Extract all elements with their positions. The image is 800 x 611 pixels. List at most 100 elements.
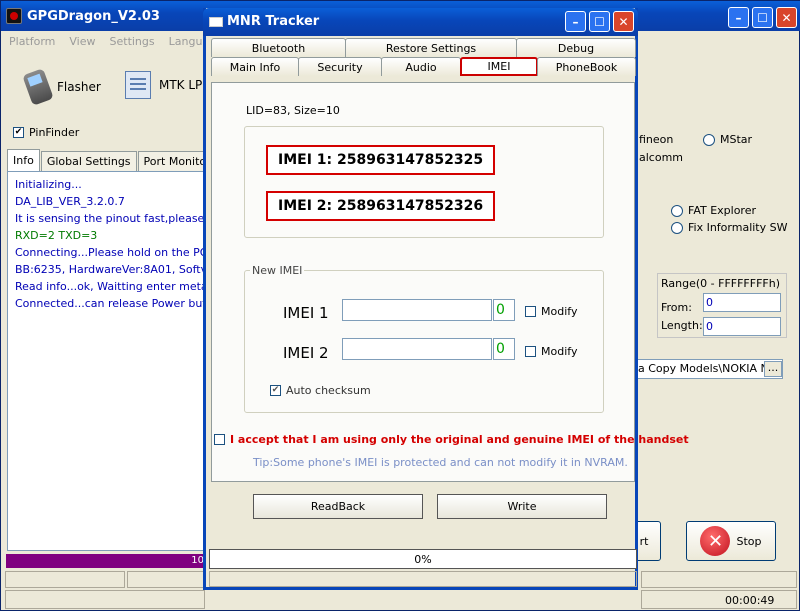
browse-button[interactable]: ... xyxy=(764,361,782,377)
status-cell xyxy=(127,571,207,588)
maximize-icon[interactable]: ☐ xyxy=(752,7,773,28)
radio-icon[interactable] xyxy=(671,221,683,234)
dialog-title: MNR Tracker xyxy=(227,14,320,29)
lid-info: LID=83, Size=10 xyxy=(246,104,340,117)
modify-label: Modify xyxy=(541,345,578,358)
tab-info[interactable]: Info xyxy=(7,149,40,171)
close-icon[interactable]: ✕ xyxy=(776,7,797,28)
readback-button[interactable]: ReadBack xyxy=(253,494,423,519)
background-progress-bar: 10 xyxy=(6,554,206,568)
range-label: Range(0 - FFFFFFFFh) xyxy=(661,277,780,290)
accept-label: I accept that I am using only the origin… xyxy=(230,433,689,446)
from-input[interactable]: 0 xyxy=(703,293,781,312)
status-cell xyxy=(5,571,125,588)
mtk-lpe-button[interactable]: MTK LPE xyxy=(125,71,210,99)
tab-global-settings[interactable]: Global Settings xyxy=(40,151,137,171)
close-icon[interactable]: ✕ xyxy=(613,11,634,32)
status-cell xyxy=(641,571,797,588)
background-tabs: Info Global Settings Port Monitor xyxy=(7,149,218,171)
auto-checksum-label: Auto checksum xyxy=(286,384,371,397)
imei2-value: IMEI 2: 258963147852326 xyxy=(266,191,496,221)
tab-bluetooth[interactable]: Bluetooth xyxy=(211,38,346,57)
log-line: BB:6235, HardwareVer:8A01, Softv xyxy=(15,263,207,276)
stop-button[interactable]: ✕ Stop xyxy=(686,521,776,561)
fat-explorer-option[interactable]: FAT Explorer xyxy=(671,204,756,217)
from-label: From: xyxy=(661,301,692,314)
length-label: Length: xyxy=(661,319,703,332)
background-window-controls: – ☐ ✕ xyxy=(728,7,797,28)
log-line: It is sensing the pinout fast,please hol… xyxy=(15,212,206,225)
fat-explorer-label: FAT Explorer xyxy=(688,204,757,217)
auto-checksum-checkbox[interactable]: ✔ Auto checksum xyxy=(270,384,371,397)
tab-security[interactable]: Security xyxy=(298,57,382,76)
info-log[interactable]: Initializing... DA_LIB_VER_3.2.0.7 It is… xyxy=(7,171,207,551)
tab-audio[interactable]: Audio xyxy=(381,57,461,76)
window-icon xyxy=(209,17,223,27)
minimize-icon[interactable]: – xyxy=(565,11,586,32)
tab-row-top: Bluetooth Restore Settings Debug xyxy=(211,38,636,57)
document-icon xyxy=(125,71,151,99)
fix-informality-label: Fix Informality SW xyxy=(688,221,788,234)
menu-platform[interactable]: Platform xyxy=(9,35,55,48)
tab-restore-settings[interactable]: Restore Settings xyxy=(345,38,517,57)
checkbox-icon[interactable] xyxy=(525,306,536,317)
imei1-modify-checkbox[interactable]: Modify xyxy=(525,305,577,318)
start-label: rt xyxy=(639,534,649,548)
auto-checksum-check-icon[interactable]: ✔ xyxy=(270,385,281,396)
imei2-input[interactable] xyxy=(342,338,492,360)
imei1-digit-count: 0 xyxy=(493,299,515,321)
dialog-progress-bar: 0% xyxy=(209,549,637,569)
chip-option-qualcomm-label[interactable]: alcomm xyxy=(639,151,683,164)
nvram-tip: Tip:Some phone's IMEI is protected and c… xyxy=(253,456,628,469)
tab-phonebook[interactable]: PhoneBook xyxy=(537,57,636,76)
app-logo-icon xyxy=(6,8,22,24)
minimize-icon[interactable]: – xyxy=(728,7,749,28)
tab-row-bottom: Main Info Security Audio IMEI PhoneBook xyxy=(211,57,636,77)
log-line: DA_LIB_VER_3.2.0.7 xyxy=(15,195,125,208)
tab-imei[interactable]: IMEI xyxy=(460,57,538,76)
stop-label: Stop xyxy=(736,534,762,548)
imei2-modify-checkbox[interactable]: Modify xyxy=(525,345,577,358)
dialog-window-controls: – ☐ ✕ xyxy=(565,11,634,32)
background-window-title: GPGDragon_V2.03 xyxy=(27,9,160,24)
fix-informality-option[interactable]: Fix Informality SW xyxy=(671,221,787,234)
pinfinder-checkbox[interactable]: ✔ PinFinder xyxy=(13,126,79,139)
accept-genuine-imei-checkbox[interactable]: I accept that I am using only the origin… xyxy=(214,433,689,446)
path-field[interactable]: a Copy Models\NOKIA N8 N xyxy=(635,359,783,379)
new-imei-legend: New IMEI xyxy=(250,264,305,277)
mnr-tracker-dialog: MNR Tracker – ☐ ✕ Bluetooth Restore Sett… xyxy=(203,8,689,590)
tab-debug[interactable]: Debug xyxy=(516,38,636,57)
phone-icon xyxy=(22,68,54,106)
log-line: Connected...can release Power button xyxy=(15,297,207,310)
checkbox-icon[interactable] xyxy=(214,434,225,445)
current-imei-group xyxy=(244,126,604,238)
dialog-titlebar[interactable]: MNR Tracker – ☐ ✕ xyxy=(203,8,638,36)
imei2-digit-count: 0 xyxy=(493,338,515,360)
imei1-input[interactable] xyxy=(342,299,492,321)
pinfinder-label: PinFinder xyxy=(29,126,80,139)
maximize-icon[interactable]: ☐ xyxy=(589,11,610,32)
modify-label: Modify xyxy=(541,305,578,318)
log-line: Connecting...Please hold on the POWE xyxy=(15,246,207,259)
chip-option-infineon-label[interactable]: fineon xyxy=(639,133,673,146)
log-line: RXD=2 TXD=3 xyxy=(15,229,98,242)
imei1-value: IMEI 1: 258963147852325 xyxy=(266,145,496,175)
log-line: Initializing... xyxy=(15,178,82,191)
pinfinder-check-icon[interactable]: ✔ xyxy=(13,127,24,138)
write-button[interactable]: Write xyxy=(437,494,607,519)
radio-icon[interactable] xyxy=(671,204,683,217)
imei2-input-label: IMEI 2 xyxy=(283,344,329,362)
length-input[interactable]: 0 xyxy=(703,317,781,336)
checkbox-icon[interactable] xyxy=(525,346,536,357)
menu-settings[interactable]: Settings xyxy=(110,35,155,48)
chip-option-mstar[interactable]: MStar xyxy=(703,133,752,146)
tab-main-info[interactable]: Main Info xyxy=(211,57,299,76)
status-cell xyxy=(5,590,205,609)
flasher-button[interactable]: Flasher xyxy=(22,68,101,106)
log-line: Read info...ok, Waitting enter meta... xyxy=(15,280,207,293)
radio-icon[interactable] xyxy=(703,133,715,146)
imei1-input-label: IMEI 1 xyxy=(283,304,329,322)
chip-option-mstar-label: MStar xyxy=(720,133,753,146)
dialog-statusbar xyxy=(209,571,637,587)
menu-view[interactable]: View xyxy=(69,35,95,48)
